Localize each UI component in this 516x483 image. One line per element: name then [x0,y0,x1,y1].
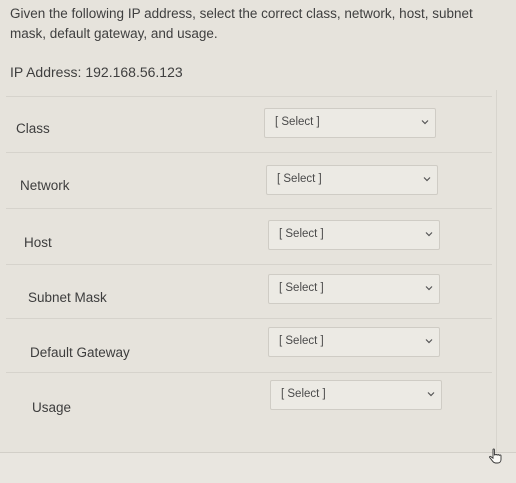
chevron-down-icon [425,232,433,237]
ip-address-label: IP Address: [10,64,82,80]
row-divider [6,96,492,97]
usage-select[interactable]: [ Select ] [270,380,442,410]
question-text: Given the following IP address, select t… [10,6,473,41]
row-divider [6,264,492,265]
subnet-mask-select-value: [ Select ] [279,282,324,294]
default-gateway-select-value: [ Select ] [279,335,324,347]
host-select-value: [ Select ] [279,228,324,240]
subnet-mask-select[interactable]: [ Select ] [268,274,440,304]
row-divider [6,208,492,209]
hand-pointer-icon [489,448,502,464]
network-label: Network [20,178,70,193]
network-select[interactable]: [ Select ] [266,165,438,195]
row-divider [6,318,492,319]
class-select[interactable]: [ Select ] [264,108,436,138]
network-select-value: [ Select ] [277,173,322,185]
host-select[interactable]: [ Select ] [268,220,440,250]
chevron-down-icon [425,286,433,291]
usage-label: Usage [32,400,72,415]
chevron-down-icon [421,120,429,125]
chevron-down-icon [427,392,435,397]
ip-address-line: IP Address: 192.168.56.123 [10,64,183,80]
class-select-value: [ Select ] [275,116,320,128]
class-label: Class [16,121,50,136]
bottom-panel [0,452,516,483]
default-gateway-select[interactable]: [ Select ] [268,327,440,357]
default-gateway-label: Default Gateway [30,345,130,360]
subnet-mask-label: Subnet Mask [28,290,107,305]
host-label: Host [24,235,52,250]
row-divider [6,372,492,373]
chevron-down-icon [423,177,431,182]
chevron-down-icon [425,339,433,344]
ip-address-value: 192.168.56.123 [85,64,183,80]
panel-edge [496,90,497,452]
row-divider [6,152,492,153]
usage-select-value: [ Select ] [281,388,326,400]
